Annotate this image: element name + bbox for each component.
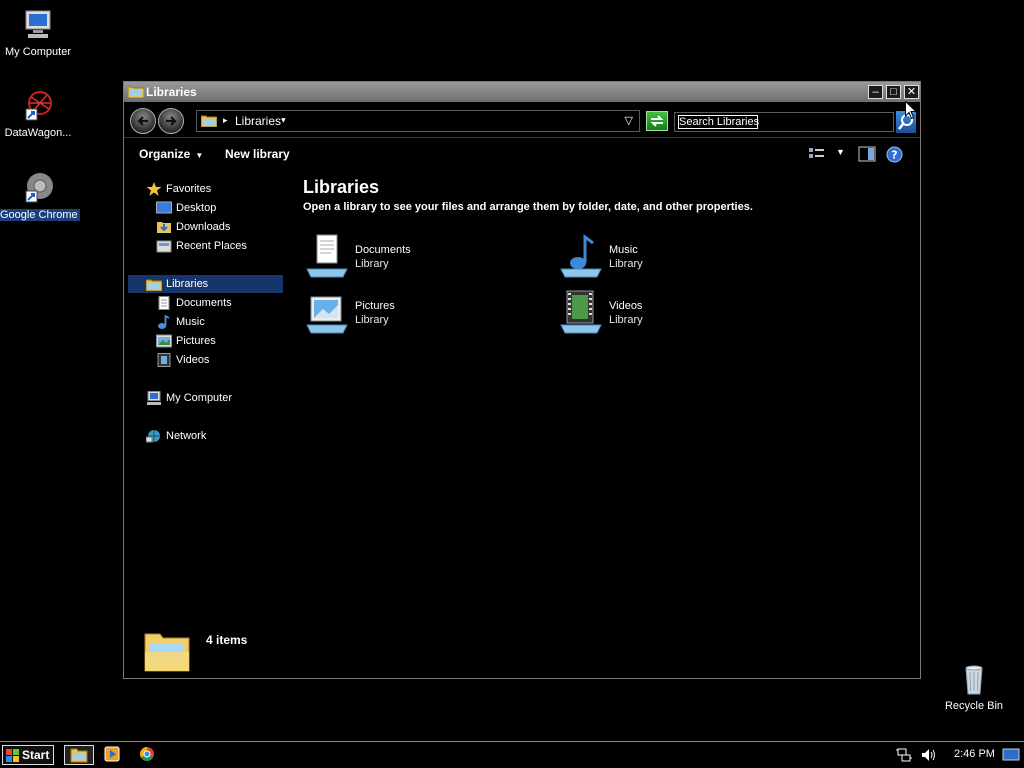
nav-libraries[interactable]: Libraries [128,275,283,293]
desktop-icon [156,201,172,214]
refresh-button[interactable] [646,111,668,131]
organize-label: Organize [139,147,191,161]
datawagon-icon [21,89,55,123]
arrow-left-icon [137,116,148,126]
library-item-pictures[interactable]: Pictures Library [303,289,533,337]
svg-text:?: ? [891,149,897,162]
command-bar: Organize ▼ New library ▼ ? [124,138,920,170]
taskbar-explorer-button[interactable] [64,745,94,765]
picture-icon [156,334,172,348]
item-count: 4 items [206,633,248,647]
details-pane: 4 items [144,628,444,674]
help-icon[interactable]: ? [886,146,903,163]
documents-library-icon [306,234,348,278]
address-bar[interactable]: ▸ Libraries ▸ ▽ [196,110,640,132]
maximize-button[interactable]: □ [886,85,901,99]
desktop-icon-my-computer[interactable]: My Computer [0,8,78,58]
organize-button[interactable]: Organize ▼ [139,147,203,161]
search-icon [898,114,913,130]
breadcrumb-arrow-icon[interactable]: ▸ [223,115,228,126]
desktop-icon-google-chrome[interactable]: Google Chrome [0,171,80,221]
navigation-bar: ▸ Libraries ▸ ▽ [124,103,920,138]
computer-icon [147,391,161,405]
chrome-icon [140,747,154,761]
clock[interactable]: 2:46 PM [954,748,995,760]
volume-tray-icon[interactable] [920,747,938,763]
preview-pane-icon[interactable] [858,146,876,162]
recent-places-icon [156,240,172,253]
search-input[interactable] [674,112,894,132]
page-subtitle: Open a library to see your files and arr… [303,201,753,213]
chevron-down-icon: ▼ [195,151,204,160]
star-icon [146,182,162,196]
view-options-dropdown-icon[interactable]: ▼ [836,147,845,157]
music-note-icon [158,315,170,329]
desktop-icon-label: Recycle Bin [944,700,1004,712]
computer-icon [21,8,55,42]
libraries-folder-icon [146,279,162,291]
address-history-dropdown-icon[interactable]: ▽ [625,114,633,127]
title-bar[interactable]: Libraries – □ ✕ [124,82,920,102]
library-item-documents[interactable]: Documents Library [303,233,533,281]
explorer-folder-icon [70,748,88,763]
arrow-right-icon [166,116,177,126]
taskbar-chrome-button[interactable] [132,745,162,765]
taskbar-media-player-button[interactable] [98,745,128,765]
libraries-folder-icon [128,86,144,98]
forward-button[interactable] [158,108,184,134]
videos-library-icon [560,290,602,334]
windows-logo-icon [6,749,19,762]
breadcrumb-libraries[interactable]: Libraries [235,114,281,128]
desktop-icon-label: DataWagon... [4,127,72,139]
recycle-bin-icon [957,662,991,696]
start-label: Start [22,748,50,762]
close-button[interactable]: ✕ [904,85,919,99]
desktop-icon-label: My Computer [4,46,72,58]
library-item-videos[interactable]: Videos Library [557,289,787,337]
breadcrumb-dropdown-icon[interactable]: ▸ [278,118,289,123]
network-tray-icon[interactable] [896,747,912,763]
new-library-button[interactable]: New library [225,147,290,161]
libraries-folder-icon [144,633,190,672]
taskbar: Start 2:46 PM [0,741,1024,768]
page-title: Libraries [303,177,380,197]
film-icon [157,353,171,367]
change-view-icon[interactable] [808,146,826,162]
minimize-button[interactable]: – [868,85,883,99]
explorer-window: Libraries – □ ✕ ▸ Libraries ▸ ▽ Search L… [123,81,921,679]
start-button[interactable]: Start [2,745,54,765]
pictures-library-icon [306,296,348,334]
desktop-icon-recycle-bin[interactable]: Recycle Bin [934,662,1014,712]
show-desktop-icon[interactable] [1002,748,1020,762]
back-button[interactable] [130,108,156,134]
refresh-icon [650,115,664,127]
library-item-music[interactable]: Music Library [557,233,787,281]
search-button[interactable] [896,111,916,133]
libraries-folder-icon [201,115,217,127]
music-library-icon [560,234,602,278]
network-icon [146,430,160,443]
downloads-folder-icon [157,222,171,233]
desktop-icon-label: Google Chrome [0,209,80,221]
document-icon [158,296,170,310]
window-title: Libraries [146,85,197,99]
media-player-icon [104,746,120,762]
chrome-icon [21,171,55,205]
desktop-icon-datawagon[interactable]: DataWagon... [0,89,78,139]
